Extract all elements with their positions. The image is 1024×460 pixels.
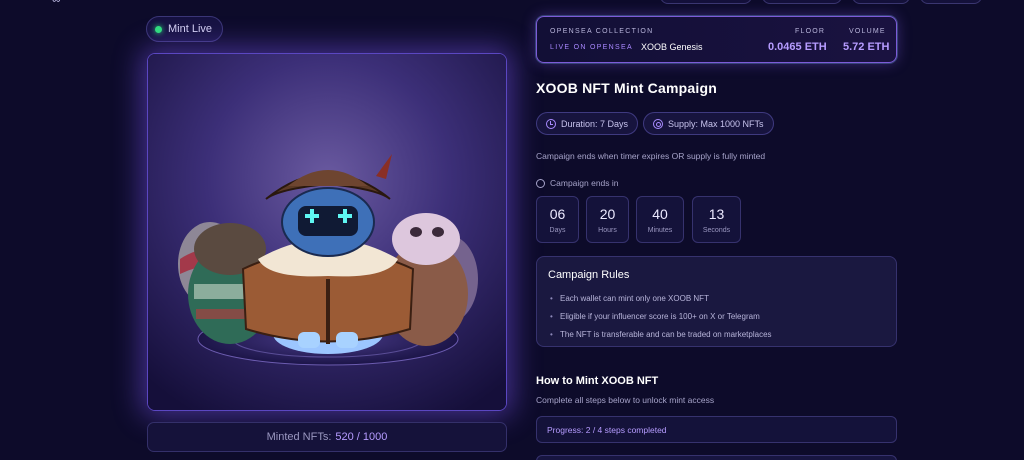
step-card[interactable]: [536, 455, 897, 460]
rule-item: Eligible if your influencer score is 100…: [550, 312, 772, 321]
volume-label: VOLUME: [849, 28, 886, 35]
countdown-hours: 20 Hours: [586, 196, 629, 243]
floor-label: FLOOR: [795, 28, 826, 35]
how-to-mint-title: How to Mint XOOB NFT: [536, 375, 659, 387]
countdown-value: 20: [599, 206, 616, 222]
rules-list: Each wallet can mint only one XOOB NFT E…: [550, 294, 772, 348]
campaign-ends-note: Campaign ends when timer expires OR supp…: [536, 151, 766, 161]
countdown-value: 40: [652, 206, 668, 222]
logo-fragment: ∞: [52, 0, 70, 6]
campaign-ends-in: Campaign ends in: [536, 178, 619, 188]
rules-title: Campaign Rules: [548, 269, 630, 281]
nft-artwork: [147, 53, 507, 411]
countdown-seconds: 13 Seconds: [692, 196, 741, 243]
mint-live-label: Mint Live: [168, 23, 213, 35]
countdown-days: 06 Days: [536, 196, 579, 243]
collection-label: OPENSEA COLLECTION: [550, 28, 654, 35]
supply-label: Supply: Max 1000 NFTs: [668, 118, 764, 129]
top-nav-button[interactable]: [852, 0, 910, 4]
clock-icon: [546, 118, 556, 129]
live-dot-icon: [155, 25, 162, 33]
floor-value: 0.0465 ETH: [768, 41, 827, 53]
duration-pill: Duration: 7 Days: [536, 112, 639, 135]
clock-icon: [536, 178, 545, 188]
rule-item: The NFT is transferable and can be trade…: [550, 330, 772, 339]
countdown-unit: Minutes: [647, 227, 673, 234]
countdown-minutes: 40 Minutes: [636, 196, 684, 243]
campaign-rules-card: Campaign Rules Each wallet can mint only…: [536, 256, 897, 347]
minted-count-bar: Minted NFTs: 520 / 1000: [147, 422, 507, 452]
supply-pill: Supply: Max 1000 NFTs: [643, 112, 774, 135]
top-nav-button[interactable]: [660, 0, 752, 4]
database-icon: [653, 118, 663, 129]
rule-item: Each wallet can mint only one XOOB NFT: [550, 294, 772, 303]
progress-indicator: Progress: 2 / 4 steps completed: [536, 416, 897, 443]
progress-text: Progress: 2 / 4 steps completed: [547, 424, 667, 435]
campaign-title: XOOB NFT Mint Campaign: [536, 80, 717, 96]
collection-name: XOOB Genesis: [641, 42, 703, 52]
countdown-unit: Days: [549, 227, 566, 234]
live-on-opensea-label: LIVE ON OPENSEA: [550, 44, 633, 51]
volume-value: 5.72 ETH: [843, 41, 890, 53]
countdown-unit: Seconds: [702, 227, 731, 234]
countdown-value: 13: [708, 206, 725, 222]
minted-value: 520 / 1000: [335, 431, 388, 443]
countdown-value: 06: [549, 206, 566, 222]
top-nav-button[interactable]: [920, 0, 982, 4]
countdown-unit: Hours: [598, 227, 617, 234]
top-nav-button[interactable]: [762, 0, 842, 4]
top-nav-buttons: [660, 0, 982, 4]
campaign-ends-in-label: Campaign ends in: [550, 178, 619, 188]
duration-label: Duration: 7 Days: [561, 118, 629, 129]
how-to-mint-subtitle: Complete all steps below to unlock mint …: [536, 395, 715, 405]
mint-live-badge: Mint Live: [146, 16, 224, 42]
opensea-collection-card[interactable]: OPENSEA COLLECTION LIVE ON OPENSEA XOOB …: [536, 16, 897, 63]
minted-label: Minted NFTs:: [266, 431, 332, 443]
